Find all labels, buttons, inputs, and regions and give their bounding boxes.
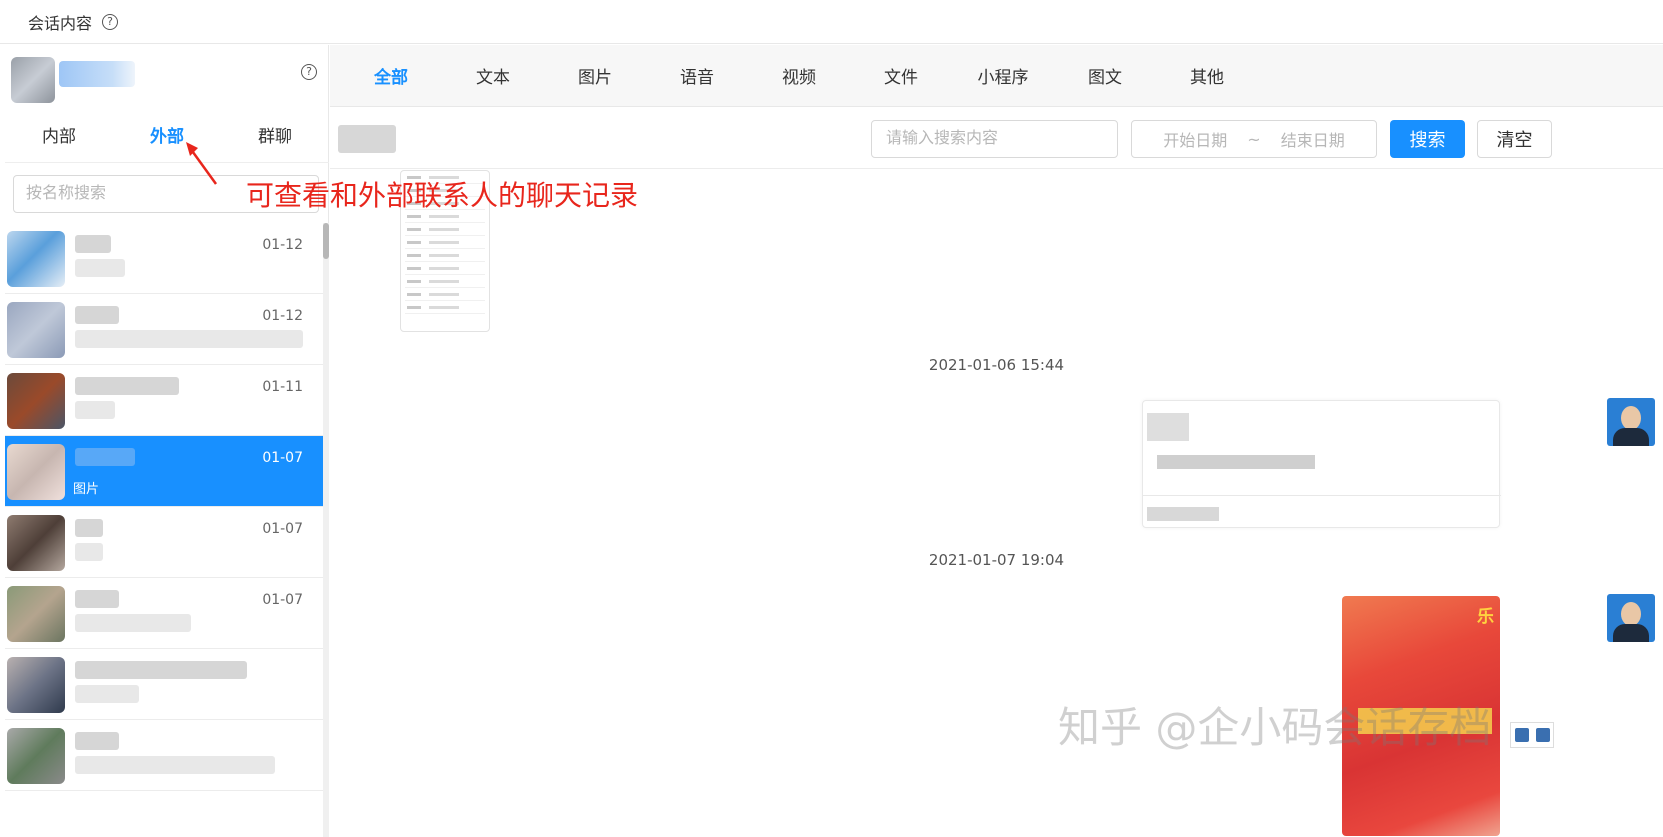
list-item[interactable]	[5, 649, 323, 720]
tab-all[interactable]: 全部	[340, 63, 442, 88]
thumbnail-row	[405, 223, 485, 236]
message-preview-blurred	[75, 401, 115, 419]
avatar	[7, 657, 65, 713]
date-range-picker[interactable]: 开始日期 ~ 结束日期	[1131, 120, 1377, 158]
card-body-blurred	[1157, 455, 1315, 469]
menu-icon[interactable]	[1514, 728, 1529, 742]
list-item[interactable]: 01-12	[5, 223, 323, 294]
conversation-date: 01-12	[262, 237, 303, 253]
thumbnail-row	[405, 288, 485, 301]
conversation-list: 01-12 01-12 01-11 01-07 图片 01-07 01-07	[5, 223, 323, 791]
tab-video[interactable]: 视频	[748, 63, 850, 88]
contact-name-blurred	[75, 377, 179, 395]
contact-name-blurred	[75, 661, 247, 679]
avatar-suit	[1613, 428, 1649, 446]
list-item[interactable]	[5, 720, 323, 791]
avatar-suit	[1613, 624, 1649, 642]
avatar	[7, 586, 65, 642]
scrollbar-thumb[interactable]	[323, 223, 329, 259]
thumbnail-row	[405, 236, 485, 249]
top-bar: 会话内容 ?	[0, 0, 1663, 44]
message-preview-blurred	[75, 685, 139, 703]
search-button[interactable]: 搜索	[1390, 120, 1465, 158]
avatar	[7, 728, 65, 784]
thumbnail-row	[405, 301, 485, 314]
clear-button[interactable]: 清空	[1477, 120, 1552, 158]
help-icon[interactable]: ?	[301, 64, 317, 80]
floating-toolbar[interactable]	[1510, 722, 1554, 748]
current-user-profile: ?	[5, 45, 329, 107]
conversation-date: 01-11	[262, 379, 303, 395]
conversation-date: 01-07	[262, 592, 303, 608]
link-card-message[interactable]	[1142, 400, 1501, 528]
contact-name-blurred	[75, 306, 119, 324]
tab-file[interactable]: 文件	[850, 63, 952, 88]
contact-name-blurred	[75, 590, 119, 608]
tab-rich-media[interactable]: 图文	[1054, 63, 1156, 88]
message-preview-blurred	[75, 614, 191, 632]
card-title-blurred	[1147, 413, 1189, 441]
grid-icon[interactable]	[1535, 728, 1550, 742]
tab-internal[interactable]: 内部	[5, 111, 113, 162]
avatar-face	[1621, 602, 1641, 626]
message-timestamp: 2021-01-06 15:44	[928, 356, 1065, 374]
contact-name-blurred	[338, 125, 396, 153]
tab-group-chat[interactable]: 群聊	[221, 111, 329, 162]
message-preview-blurred	[75, 330, 303, 348]
thumbnail-row	[405, 262, 485, 275]
message-preview-blurred	[75, 756, 275, 774]
contact-name-blurred	[75, 448, 135, 466]
tab-voice[interactable]: 语音	[646, 63, 748, 88]
list-item[interactable]: 01-12	[5, 294, 323, 365]
message-preview-blurred	[75, 259, 125, 277]
conversation-list-scrollbar[interactable]	[323, 223, 329, 837]
list-item[interactable]: 01-07	[5, 578, 323, 649]
page-title: 会话内容	[28, 13, 93, 33]
help-icon[interactable]: ?	[102, 13, 119, 30]
avatar	[7, 373, 65, 429]
conversation-date: 01-07	[262, 521, 303, 537]
list-item[interactable]: 01-11	[5, 365, 323, 436]
message-timestamp: 2021-01-07 19:04	[928, 551, 1065, 569]
tab-image[interactable]: 图片	[544, 63, 646, 88]
end-date-field[interactable]: 结束日期	[1281, 127, 1345, 151]
message-preview-blurred	[75, 543, 103, 561]
keyword-search-input[interactable]	[871, 120, 1118, 158]
avatar	[7, 231, 65, 287]
message-type-tabs: 全部 文本 图片 语音 视频 文件 小程序 图文 其他	[330, 45, 1663, 107]
user-name-blurred	[59, 61, 135, 87]
contact-name-blurred	[75, 732, 119, 750]
red-packet-text: 乐	[1477, 607, 1494, 627]
sidebar: ? 内部 外部 群聊 01-12 01-12 01-11 01-07	[5, 45, 329, 837]
avatar	[1607, 398, 1655, 446]
contact-name-blurred	[75, 235, 111, 253]
tab-mini-program[interactable]: 小程序	[952, 63, 1054, 88]
card-divider	[1143, 495, 1501, 496]
avatar	[11, 57, 55, 103]
filter-bar: 开始日期 ~ 结束日期 搜索 清空	[330, 107, 1663, 169]
contact-name-blurred	[75, 519, 103, 537]
annotation-arrow-icon	[186, 142, 218, 185]
annotation-text: 可查看和外部联系人的聊天记录	[246, 179, 639, 212]
avatar	[1607, 594, 1655, 642]
start-date-field[interactable]: 开始日期	[1163, 127, 1227, 151]
list-item[interactable]: 01-07	[5, 507, 323, 578]
conversation-type-tabs: 内部 外部 群聊	[5, 111, 329, 163]
avatar	[7, 302, 65, 358]
tab-text[interactable]: 文本	[442, 63, 544, 88]
message-preview: 图片	[73, 482, 100, 497]
conversation-date: 01-07	[262, 450, 303, 466]
avatar	[7, 515, 65, 571]
date-separator: ~	[1247, 129, 1261, 149]
thumbnail-row	[405, 275, 485, 288]
conversation-date: 01-12	[262, 308, 303, 324]
avatar	[7, 444, 65, 500]
list-item[interactable]: 01-07 图片	[5, 436, 323, 507]
watermark: 知乎 @企小码会话存档	[1058, 703, 1492, 752]
card-source-blurred	[1147, 507, 1219, 521]
thumbnail-row	[405, 249, 485, 262]
avatar-face	[1621, 406, 1641, 430]
tab-other[interactable]: 其他	[1156, 63, 1258, 88]
